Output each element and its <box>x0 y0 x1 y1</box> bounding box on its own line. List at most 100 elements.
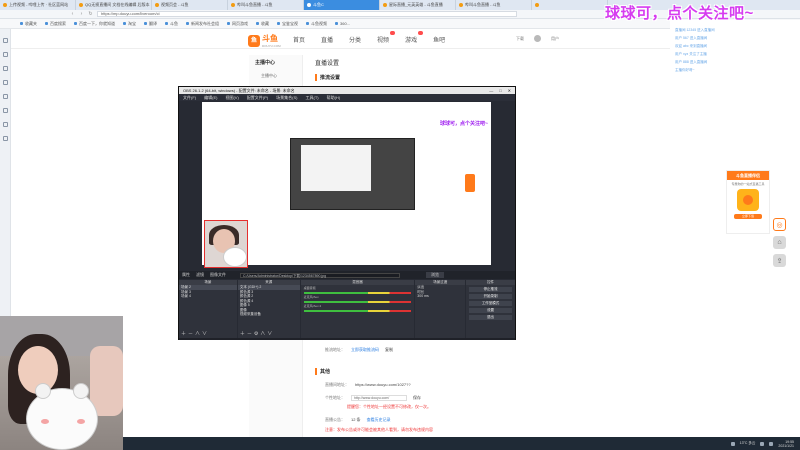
browser-tab[interactable]: 上传视频 - 哔哩上传 · 社区蓝网站 <box>0 0 76 10</box>
sidebar-history-icon[interactable] <box>2 52 8 57</box>
forward-icon[interactable]: › <box>79 11 84 17</box>
browser-tab[interactable]: 斗鱼C <box>304 0 380 10</box>
copy-button[interactable]: 复制 <box>385 347 393 353</box>
nav-item[interactable]: 直播 <box>321 35 333 44</box>
nav-item[interactable]: 分类 <box>349 35 361 44</box>
preview-webcam-source[interactable] <box>204 220 248 268</box>
bookmark-item[interactable]: 360... <box>335 21 350 26</box>
clock[interactable]: 19:55 2021/1/21 <box>778 440 794 448</box>
notice-warning-row: 注意：发布公告或许可能会被其他人看到，请勿发布违规内容 <box>325 427 433 433</box>
minimize-icon[interactable]: — <box>489 87 493 94</box>
scenes-tools[interactable]: ＋－∧∨ <box>181 330 209 337</box>
mixer-channel-label: 麦克风/Aux 2 <box>303 304 322 308</box>
mixer-channel-label: 麦克风/Aux <box>303 295 319 299</box>
properties-button[interactable]: 属性 <box>182 272 190 278</box>
sidebar-game-icon[interactable] <box>2 108 8 113</box>
bookmark-item[interactable]: 网页游戏 <box>227 21 248 27</box>
close-icon[interactable]: ✕ <box>508 87 511 94</box>
bookmark-item[interactable]: 斗鱼 <box>165 21 178 27</box>
control-button[interactable]: 退出 <box>469 315 512 320</box>
bookmark-item[interactable]: 翻译 <box>144 21 157 27</box>
volume-meter[interactable] <box>303 310 412 312</box>
obs-menu-item[interactable]: 帮助(H) <box>327 94 341 101</box>
room-url-label: 直播间地址： <box>325 382 349 387</box>
sidebar-more-icon[interactable] <box>2 136 8 141</box>
avatar[interactable] <box>534 35 541 42</box>
list-item[interactable]: 视频采集设备 <box>238 312 300 317</box>
user-name[interactable]: 用户 <box>551 36 559 42</box>
browser-tab[interactable] <box>532 0 608 10</box>
room-url-row: 直播间地址： https://www.douyu.com/1027?? <box>325 382 411 388</box>
chat-message: 主播你好呀~ <box>675 68 695 72</box>
nav-item[interactable]: 视频 <box>377 31 396 44</box>
network-icon[interactable] <box>760 441 765 446</box>
obs-menu-item[interactable]: 视图(V) <box>225 94 238 101</box>
maximize-icon[interactable]: □ <box>499 87 501 94</box>
tray-app-icon[interactable] <box>730 441 735 446</box>
save-button[interactable]: 保存 <box>413 395 421 401</box>
nav-item[interactable]: 首页 <box>293 35 305 44</box>
control-button[interactable]: 开始录制 <box>469 294 512 299</box>
browser-tab[interactable]: 哔叫斗鱼直播 - 斗鱼 <box>228 0 304 10</box>
image-path-input[interactable]: C:/Users/Administrator/Desktop/下载/123456… <box>240 272 400 278</box>
obs-menu-item[interactable]: 工具(T) <box>305 94 318 101</box>
list-item[interactable]: 场景 4 <box>179 294 237 299</box>
sidebar-mail-icon[interactable] <box>2 94 8 99</box>
bookmark-icon <box>144 22 147 25</box>
obs-menu-item[interactable]: 配置文件(P) <box>247 94 268 101</box>
obs-menu-item[interactable]: 文件(F) <box>183 94 196 101</box>
obs-menu-item[interactable]: 场景集合(S) <box>276 94 297 101</box>
header-right: 下载 用户 <box>516 35 559 42</box>
bookmark-item[interactable]: 收藏 <box>256 21 269 27</box>
obs-menu-item[interactable]: 编辑(E) <box>204 94 217 101</box>
browse-button[interactable]: 浏览 <box>426 272 444 278</box>
browser-tab[interactable]: QQ无损直播间 文档在线编辑 后版本 <box>76 0 152 10</box>
bookmark-item[interactable]: 淘宝 <box>123 21 136 27</box>
sidebar-download-icon[interactable] <box>2 66 8 71</box>
home-icon[interactable]: ⌂ <box>773 236 786 249</box>
sources-tools[interactable]: ＋－⚙∧∨ <box>240 330 274 337</box>
bookmark-item[interactable]: 宝鉴宝视 <box>277 21 298 27</box>
refresh-icon[interactable]: ↻ <box>88 11 93 17</box>
obs-preview[interactable]: 球球可，点个关注吧~ <box>202 102 491 268</box>
control-button[interactable]: 设置 <box>469 308 512 313</box>
browser-tab[interactable]: 哔叫斗鱼直播 - 斗鱼 <box>456 0 532 10</box>
clock-date: 2021/1/21 <box>778 443 794 448</box>
download-link[interactable]: 下载 <box>516 36 524 42</box>
filters-button[interactable]: 滤镜 <box>196 272 204 278</box>
get-stream-code-link[interactable]: 立即获取推流码 <box>351 347 379 353</box>
notice-history-link[interactable]: 查看历史记录 <box>367 417 391 423</box>
volume-icon[interactable] <box>769 441 774 446</box>
site-logo[interactable]: 鱼 斗鱼 DOUYU.COM <box>248 33 281 48</box>
transition-duration[interactable]: 300 ms <box>415 294 465 299</box>
sidebar-favorites-icon[interactable] <box>2 38 8 43</box>
bookmark-item[interactable]: 百度搜索 <box>45 21 66 27</box>
menu-item-anchor-center[interactable]: 主播中心 <box>249 70 302 82</box>
obs-docks: 场景 场景 2 场景 3 场景 4 ＋－∧∨ 来源 文本 (GDI+) 2 颜色源 3颜… <box>179 280 515 338</box>
nav-item[interactable]: 鱼吧 <box>433 35 445 44</box>
promo-download-button[interactable]: 立即下载 <box>734 214 762 219</box>
bookmark-item[interactable]: 收藏夹 <box>20 21 37 27</box>
tab-favicon-icon <box>535 3 539 7</box>
sidebar-chat-icon[interactable] <box>2 80 8 85</box>
bookmark-icon <box>256 22 259 25</box>
weather-text: 13°C 多云 <box>739 441 756 445</box>
notice-row: 直播公告： 12 条 查看历史记录 <box>325 417 391 423</box>
feedback-icon[interactable]: ◎ <box>773 218 786 231</box>
share-icon[interactable]: ⇪ <box>773 254 786 267</box>
bookmark-item[interactable]: 斗鱼视频 <box>306 21 327 27</box>
sidebar-shop-icon[interactable] <box>2 122 8 127</box>
back-icon[interactable]: ‹ <box>70 11 75 17</box>
promo-card[interactable]: 斗鱼直播伴侣 专属你的一站式直播工具 立即下载 <box>726 170 770 234</box>
plush-ear-right <box>73 383 89 399</box>
bookmark-item[interactable]: 新闻发布社会组 <box>186 21 219 27</box>
stream-url-label: 推流地址： <box>325 347 345 352</box>
custom-url-input[interactable]: http://www.douyu.com/ <box>351 395 407 401</box>
control-button[interactable]: 停止推流 <box>469 287 512 292</box>
bookmark-item[interactable]: 百度一下，你就知道 <box>74 21 115 27</box>
nav-item[interactable]: 游戏 <box>405 31 424 44</box>
browser-tab[interactable]: 星际直播_元英英雄 - 斗鱼直播 <box>380 0 456 10</box>
browser-tab[interactable]: 视频页会 - 斗鱼 <box>152 0 228 10</box>
control-button[interactable]: 工作室模式 <box>469 301 512 306</box>
url-input[interactable]: https://mp.douyu.com/liveroom/ci <box>97 11 517 17</box>
